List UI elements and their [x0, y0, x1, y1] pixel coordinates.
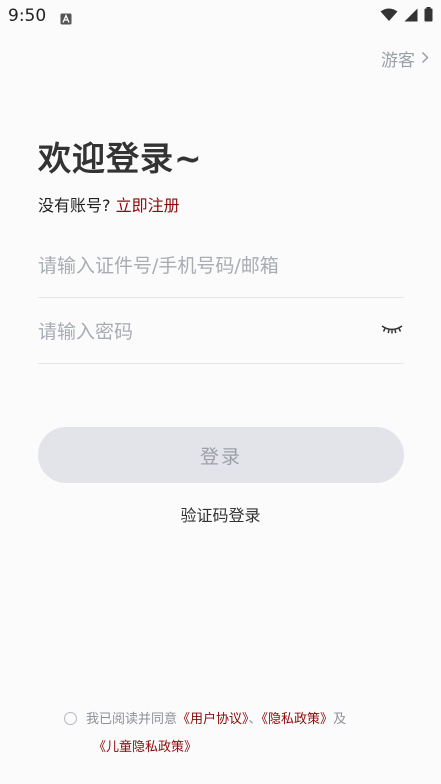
battery-icon: [424, 6, 433, 26]
password-input[interactable]: [38, 300, 404, 363]
agreement-line-2: 《儿童隐私政策》: [64, 734, 394, 762]
cellular-signal-icon: [404, 7, 418, 26]
child-privacy-policy-link[interactable]: 《儿童隐私政策》: [93, 740, 197, 755]
status-bar: 9:50: [0, 0, 441, 32]
status-time: 9:50: [8, 6, 47, 26]
agreement-and: 及: [333, 712, 347, 727]
privacy-policy-link[interactable]: 《隐私政策》: [262, 712, 334, 727]
eye-closed-icon[interactable]: [380, 322, 404, 338]
app-notification-icon: [60, 10, 72, 25]
guest-label: 游客: [381, 51, 415, 71]
status-icons: [380, 6, 433, 26]
chevron-right-icon: [421, 49, 429, 69]
user-agreement-link[interactable]: 《用户协议》: [177, 712, 249, 727]
agreement-prefix: 我已阅读并同意: [86, 712, 178, 727]
signup-prompt: 没有账号? 立即注册: [38, 192, 180, 216]
login-button[interactable]: 登录: [38, 427, 404, 483]
no-account-text: 没有账号?: [38, 196, 111, 215]
agreement-checkbox[interactable]: [64, 712, 77, 725]
password-field: [38, 300, 404, 364]
agreement-section: 我已阅读并同意《用户协议》、《隐私政策》及 《儿童隐私政策》: [64, 706, 394, 762]
account-field: [38, 234, 404, 298]
account-input[interactable]: [38, 234, 404, 297]
page-title: 欢迎登录~: [38, 139, 203, 178]
signup-link[interactable]: 立即注册: [116, 196, 180, 215]
agreement-separator: 、: [248, 712, 262, 727]
sms-code-login-link[interactable]: 验证码登录: [0, 502, 441, 526]
wifi-icon: [380, 7, 398, 26]
guest-mode-link[interactable]: 游客: [381, 46, 429, 71]
